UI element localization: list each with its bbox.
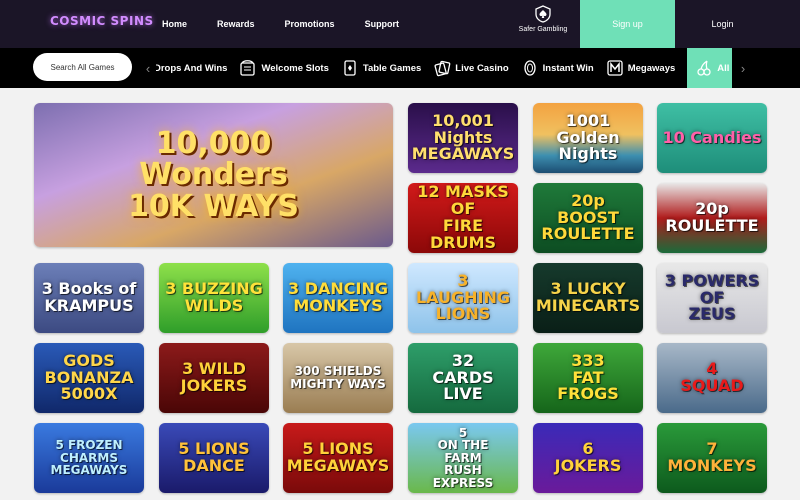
game-title: 4 SQUAD xyxy=(680,359,744,395)
game-title: 1001 Golden Nights xyxy=(556,110,620,164)
megaways-icon xyxy=(607,60,623,76)
game-tile[interactable]: 7 MONKEYS xyxy=(657,423,767,493)
game-tile[interactable]: 3 WILD JOKERS xyxy=(159,343,269,413)
game-tile[interactable]: 1001 Golden Nights xyxy=(533,103,643,173)
top-navigation: COSMIC SPINS Home Rewards Promotions Sup… xyxy=(0,0,800,48)
game-title: 10,000 Wonders 10K WAYS xyxy=(128,125,299,224)
game-title: 3 BUZZING WILDS xyxy=(165,279,263,315)
game-tile[interactable]: 300 SHIELDS MIGHTY WAYS xyxy=(283,343,393,413)
game-tile[interactable]: 3 POWERS OF ZEUS xyxy=(657,263,767,333)
game-title: 3 DANCING MONKEYS xyxy=(288,279,388,315)
tab-label: Drops And Wins xyxy=(156,62,228,74)
game-tile[interactable]: GODS BONANZA 5000X xyxy=(34,343,144,413)
game-title: 3 LUCKY MINECARTS xyxy=(535,279,641,315)
tab-label: All Games xyxy=(717,62,732,74)
game-title: 7 MONKEYS xyxy=(667,439,757,475)
game-title: 333 FAT FROGS xyxy=(557,350,619,404)
game-title: 6 JOKERS xyxy=(554,439,622,475)
tab-label: Table Games xyxy=(362,62,422,74)
tab-label: Megaways xyxy=(627,62,676,74)
cherries-icon xyxy=(697,60,711,76)
game-title: 3 LAUGHING LIONS xyxy=(415,270,511,324)
game-tile[interactable]: 12 MASKS OF FIRE DRUMS xyxy=(408,183,518,253)
slot-machine-icon xyxy=(240,60,256,76)
game-tile[interactable]: 32 CARDS LIVE xyxy=(408,343,518,413)
game-title: 12 MASKS OF FIRE DRUMS xyxy=(417,183,509,252)
game-tile[interactable]: 3 DANCING MONKEYS xyxy=(283,263,393,333)
game-tile[interactable]: 5 FROZEN CHARMS MEGAWAYS xyxy=(34,423,144,493)
tab-megaways[interactable]: Megaways xyxy=(606,48,676,88)
tab-drops-and-wins[interactable]: Drops And Wins xyxy=(156,48,227,88)
safer-gambling-link[interactable]: Safer Gambling xyxy=(512,5,574,45)
game-tile[interactable]: 10 Candies xyxy=(657,103,767,173)
cards-icon xyxy=(344,60,356,76)
game-tile[interactable]: 333 FAT FROGS xyxy=(533,343,643,413)
live-casino-icon xyxy=(434,60,451,77)
game-title: 3 Books of KRAMPUS xyxy=(41,279,137,315)
tab-all-games[interactable]: All Games xyxy=(687,48,732,88)
game-tile[interactable]: 20p BOOST ROULETTE xyxy=(533,183,643,253)
game-title: GODS BONANZA 5000X xyxy=(44,350,134,404)
game-title: 3 WILD JOKERS xyxy=(180,359,248,395)
game-title: 5 FROZEN CHARMS MEGAWAYS xyxy=(50,438,128,478)
game-title: 3 POWERS OF ZEUS xyxy=(664,270,760,324)
signup-button[interactable]: Sign up xyxy=(580,0,675,48)
nav-home[interactable]: Home xyxy=(162,19,187,29)
game-tile[interactable]: 5 LIONS DANCE xyxy=(159,423,269,493)
nav-promotions[interactable]: Promotions xyxy=(285,19,335,29)
game-tile[interactable]: 6 JOKERS xyxy=(533,423,643,493)
login-button[interactable]: Login xyxy=(675,0,770,48)
game-tile[interactable]: 3 LUCKY MINECARTS xyxy=(533,263,643,333)
tab-label: Welcome Slots xyxy=(261,62,329,74)
scroll-right-arrow-icon[interactable]: › xyxy=(735,48,751,88)
game-title: 300 SHIELDS MIGHTY WAYS xyxy=(290,364,386,391)
game-title: 20p ROULETTE xyxy=(665,199,759,235)
game-tile[interactable]: 5 LIONS MEGAWAYS xyxy=(283,423,393,493)
game-tile[interactable]: 10,001 Nights MEGAWAYS xyxy=(408,103,518,173)
game-tile[interactable]: 5 ON THE FARM RUSH EXPRESS xyxy=(408,423,518,493)
game-title: 5 ON THE FARM RUSH EXPRESS xyxy=(432,425,494,490)
tab-welcome-slots[interactable]: Welcome Slots xyxy=(239,48,329,88)
game-title: 5 LIONS DANCE xyxy=(178,439,250,475)
game-title: 5 LIONS MEGAWAYS xyxy=(286,439,390,475)
scroll-left-arrow-icon[interactable]: ‹ xyxy=(140,48,156,88)
nav-rewards[interactable]: Rewards xyxy=(217,19,255,29)
tab-label: Instant Win xyxy=(542,62,594,74)
game-title: 20p BOOST ROULETTE xyxy=(541,190,635,244)
game-tile[interactable]: 3 BUZZING WILDS xyxy=(159,263,269,333)
tab-table-games[interactable]: Table Games xyxy=(341,48,421,88)
game-tile[interactable]: 3 Books of KRAMPUS xyxy=(34,263,144,333)
shield-spade-icon xyxy=(535,5,551,23)
tab-live-casino[interactable]: Live Casino xyxy=(433,48,509,88)
nav-support[interactable]: Support xyxy=(365,19,400,29)
safer-gambling-label: Safer Gambling xyxy=(518,26,568,33)
search-games-input[interactable]: Search All Games xyxy=(33,53,132,81)
category-tabs: Drops And Wins Welcome Slots Table Games… xyxy=(156,48,732,88)
game-title: 10,001 Nights MEGAWAYS xyxy=(411,110,515,164)
game-title: 32 CARDS LIVE xyxy=(432,350,494,404)
main-nav: Home Rewards Promotions Support xyxy=(162,0,429,48)
game-tile[interactable]: 20p ROULETTE xyxy=(657,183,767,253)
game-tile[interactable]: 4 SQUAD xyxy=(657,343,767,413)
tab-instant-win[interactable]: Instant Win xyxy=(521,48,594,88)
game-tile[interactable]: 10,000 Wonders 10K WAYS xyxy=(34,103,393,247)
tab-label: Live Casino xyxy=(455,62,509,74)
coin-icon xyxy=(523,60,536,76)
brand-logo[interactable]: COSMIC SPINS xyxy=(50,14,154,28)
game-tile[interactable]: 3 LAUGHING LIONS xyxy=(408,263,518,333)
game-title: 10 Candies xyxy=(662,127,762,147)
